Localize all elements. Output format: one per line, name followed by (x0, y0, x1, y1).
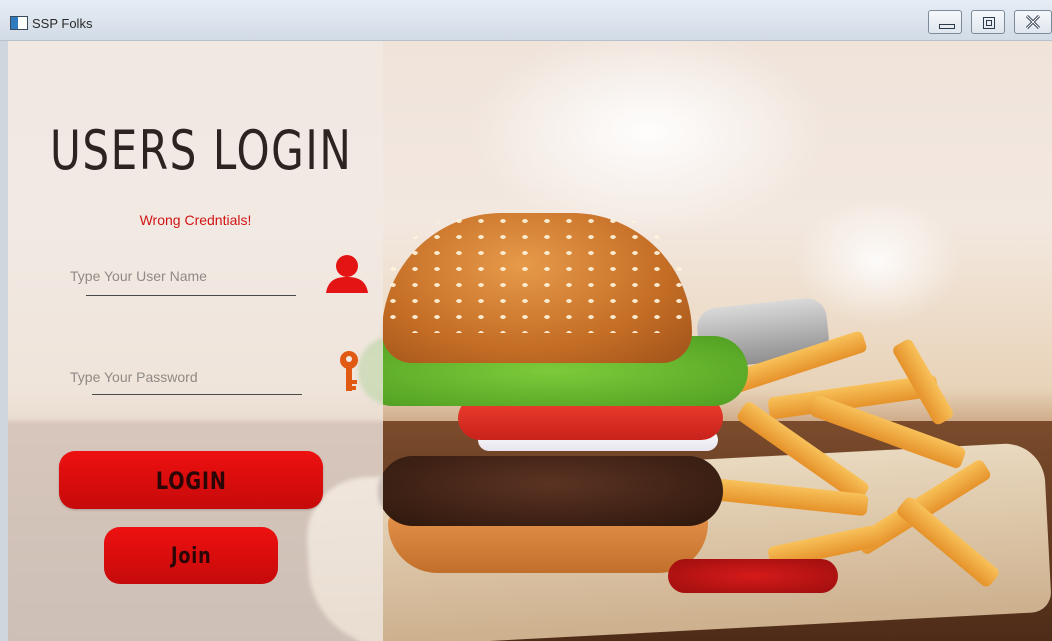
join-button[interactable]: Join (104, 527, 278, 584)
login-button[interactable]: LOGIN (59, 451, 323, 509)
password-underline (92, 394, 302, 395)
username-underline (86, 295, 296, 296)
user-icon (326, 255, 368, 293)
join-button-label: Join (170, 544, 212, 569)
login-panel: USERS LOGIN Wrong Credntials! LOGIN Join (8, 41, 383, 641)
minimize-button[interactable] (928, 10, 962, 34)
username-input[interactable] (68, 264, 302, 288)
minimize-icon (929, 11, 961, 33)
close-button[interactable] (1014, 10, 1052, 34)
window-title: SSP Folks (32, 16, 93, 31)
app-window: SSP Folks USERS LOGIN Wrong Credntials! … (0, 0, 1052, 641)
error-message: Wrong Credntials! (139, 212, 252, 228)
key-icon (340, 351, 358, 391)
app-icon (10, 16, 28, 30)
login-button-label: LOGIN (155, 467, 227, 495)
page-title: USERS LOGIN (50, 119, 353, 182)
password-input[interactable] (68, 365, 302, 389)
maximize-button[interactable] (971, 10, 1005, 34)
title-bar[interactable]: SSP Folks (0, 0, 1052, 41)
maximize-icon (972, 11, 1004, 33)
login-screen: USERS LOGIN Wrong Credntials! LOGIN Join (8, 41, 1052, 641)
close-icon (1025, 14, 1041, 30)
